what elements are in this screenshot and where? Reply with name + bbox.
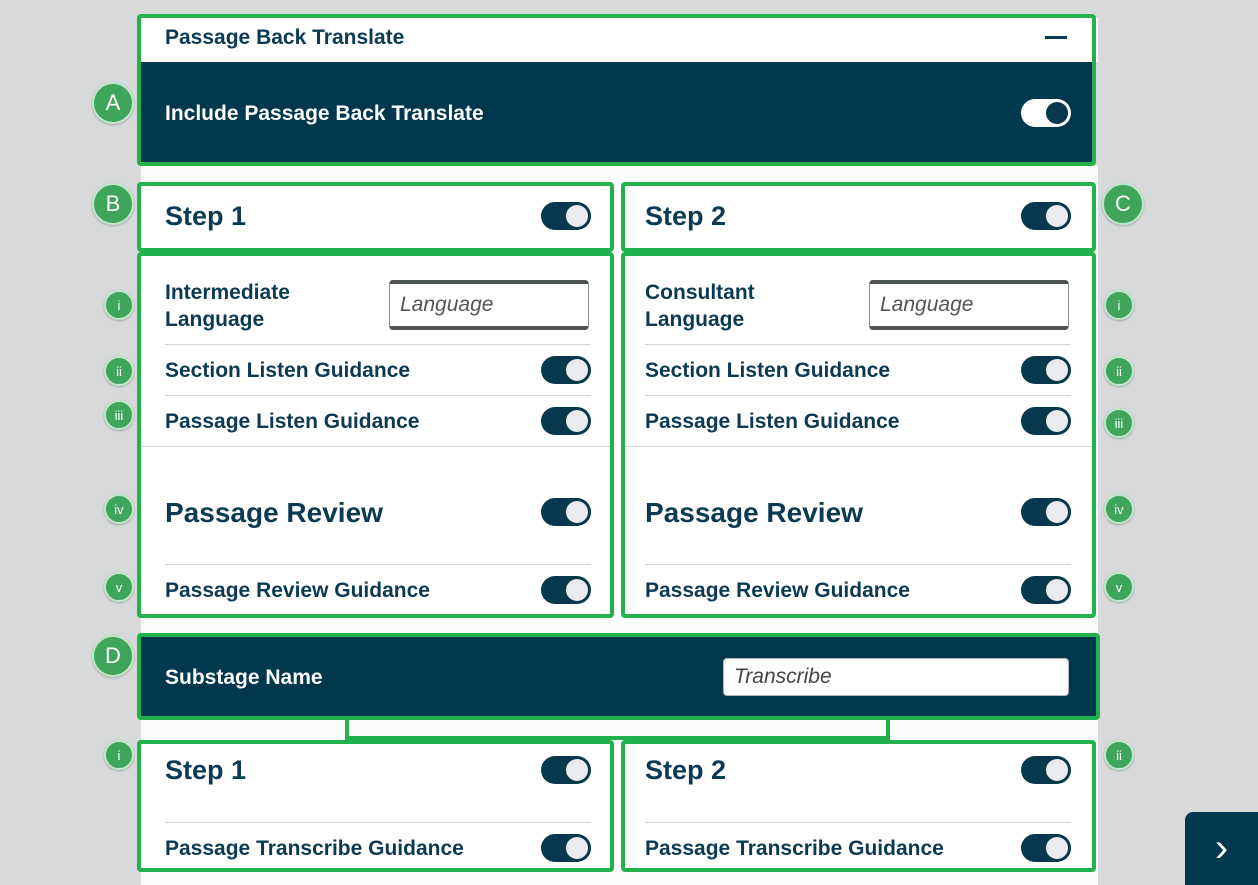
badge-iv: iv	[104, 494, 134, 524]
badge-i: i	[104, 740, 134, 770]
connector-line	[345, 736, 890, 740]
chevron-right-icon: ›	[1214, 826, 1229, 870]
badge-iii: iii	[104, 400, 134, 430]
annotation-frame-d	[137, 633, 1100, 720]
badge-ii: ii	[1104, 356, 1134, 386]
badge-v: v	[104, 572, 134, 602]
connector-line	[886, 718, 890, 740]
badge-d: D	[92, 635, 134, 677]
badge-ii: ii	[104, 356, 134, 386]
badge-b: B	[92, 183, 134, 225]
badge-a: A	[92, 82, 134, 124]
annotation-frame-substage-step1	[137, 740, 614, 872]
badge-iii: iii	[1104, 408, 1134, 438]
next-button[interactable]: ›	[1185, 812, 1258, 885]
badge-i: i	[104, 290, 134, 320]
annotation-frame-c	[621, 182, 1096, 252]
badge-c: C	[1102, 183, 1144, 225]
badge-iv: iv	[1104, 494, 1134, 524]
annotation-frame-a	[137, 14, 1096, 166]
badge-i: i	[1104, 290, 1134, 320]
annotation-frame-substage-step2	[621, 740, 1096, 872]
annotation-frame-step2-body	[621, 252, 1096, 618]
badge-v: v	[1104, 572, 1134, 602]
annotation-frame-step1-body	[137, 252, 614, 618]
badge-ii: ii	[1104, 740, 1134, 770]
annotation-frame-b	[137, 182, 614, 252]
